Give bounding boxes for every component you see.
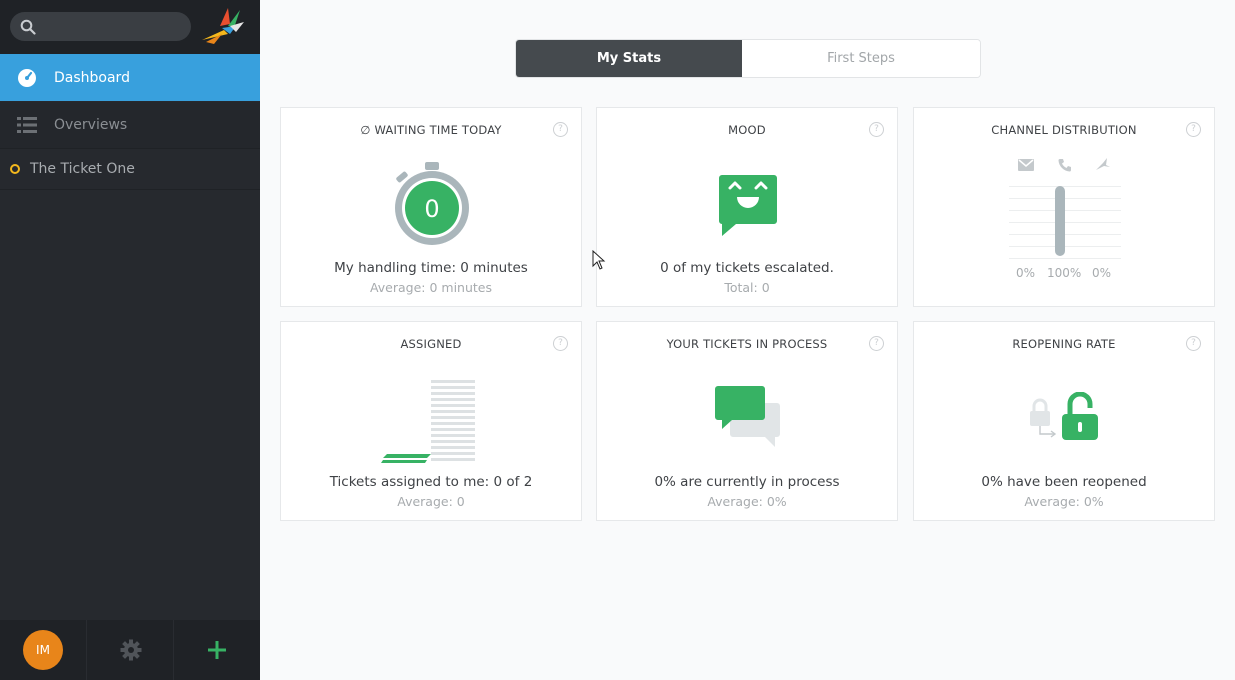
happy-speech-bubble-icon: [719, 175, 777, 236]
widget-main-text: Tickets assigned to me: 0 of 2: [329, 474, 533, 490]
phone-icon: [1058, 159, 1071, 172]
list-icon: [17, 117, 37, 133]
channel-bar-phone: [1055, 186, 1065, 256]
widget-sub-text: Average: 0: [397, 494, 465, 509]
widget-title: CHANNEL DISTRIBUTION: [991, 123, 1137, 137]
widget-main-text: 0% are currently in process: [654, 474, 840, 490]
tab-first-steps[interactable]: First Steps: [742, 40, 980, 77]
help-icon[interactable]: ?: [1186, 336, 1201, 351]
create-cell: [174, 620, 260, 680]
tab-my-stats[interactable]: My Stats: [516, 40, 742, 77]
widget-title: REOPENING RATE: [1012, 337, 1116, 351]
chat-bubbles-icon: [715, 386, 780, 447]
sidebar-footer: IM: [0, 620, 260, 680]
stats-tabs: My Stats First Steps: [515, 39, 981, 78]
nav-label-dashboard: Dashboard: [54, 69, 130, 86]
help-icon[interactable]: ?: [1186, 122, 1201, 137]
ticket-tab-label: The Ticket One: [30, 161, 135, 177]
widget-sub-text: Average: 0 minutes: [369, 280, 493, 295]
widget-waiting-time: ∅ WAITING TIME TODAY ? 0 My handling tim…: [280, 107, 582, 307]
widget-reopening-rate: REOPENING RATE ? 0% have been reopened A…: [913, 321, 1215, 521]
search-icon: [20, 19, 36, 35]
zammad-logo[interactable]: [200, 6, 248, 46]
widget-main-text: 0 of my tickets escalated.: [660, 260, 834, 276]
channel-bars: [1009, 186, 1121, 259]
twitter-bird-icon: [1096, 158, 1110, 170]
avatar-cell: IM: [0, 620, 87, 680]
channel-value-phone: 100%: [1047, 266, 1082, 280]
nav-item-dashboard[interactable]: Dashboard: [0, 54, 260, 101]
stopwatch-icon: 0: [395, 162, 469, 245]
widget-in-process: YOUR TICKETS IN PROCESS ? 0% are current…: [596, 321, 898, 521]
channel-value-twitter: 0%: [1092, 266, 1112, 280]
widget-channel-distribution: CHANNEL DISTRIBUTION ? 0% 100% 0%: [913, 107, 1215, 307]
gear-icon[interactable]: [120, 639, 142, 661]
plus-icon[interactable]: [206, 639, 228, 661]
help-icon[interactable]: ?: [553, 122, 568, 137]
widget-sub-text: Total: 0: [724, 280, 770, 295]
widget-title: YOUR TICKETS IN PROCESS: [666, 337, 828, 351]
arrow-icon: [1039, 426, 1057, 438]
nav-item-overviews[interactable]: Overviews: [0, 102, 260, 149]
search-input[interactable]: [46, 12, 186, 41]
nav-label-overviews: Overviews: [54, 117, 128, 133]
settings-cell: [87, 620, 174, 680]
ticket-stack-icon: [381, 380, 475, 463]
lock-closed-icon: [1030, 398, 1050, 426]
waiting-time-value: 0: [424, 195, 439, 223]
help-icon[interactable]: ?: [869, 122, 884, 137]
email-icon: [1018, 159, 1034, 171]
sidebar: Dashboard Overviews The Ticket One IM: [0, 0, 260, 680]
widget-sub-text: Average: 0%: [1024, 494, 1104, 509]
channel-value-email: 0%: [1016, 266, 1036, 280]
widget-title: ASSIGNED: [400, 337, 462, 351]
help-icon[interactable]: ?: [553, 336, 568, 351]
search-box[interactable]: [10, 12, 191, 41]
widget-sub-text: Average: 0%: [707, 494, 787, 509]
help-icon[interactable]: ?: [869, 336, 884, 351]
widget-main-text: 0% have been reopened: [981, 474, 1147, 490]
avatar[interactable]: IM: [23, 630, 63, 670]
widget-mood: MOOD ? 0 of my tickets escalated. Total:…: [596, 107, 898, 307]
search-bar: [0, 0, 260, 54]
lock-open-icon: [1062, 392, 1098, 440]
widget-title: ∅ WAITING TIME TODAY: [360, 123, 502, 137]
widget-title: MOOD: [728, 123, 766, 137]
ticket-tab-item[interactable]: The Ticket One: [0, 149, 260, 190]
dashboard-gauge-icon: [18, 68, 36, 87]
widget-main-text: My handling time: 0 minutes: [334, 260, 528, 276]
ticket-status-icon: [10, 164, 20, 174]
mouse-cursor-icon: [592, 250, 606, 270]
widget-assigned: ASSIGNED ? Tickets assigned to me: 0 of …: [280, 321, 582, 521]
